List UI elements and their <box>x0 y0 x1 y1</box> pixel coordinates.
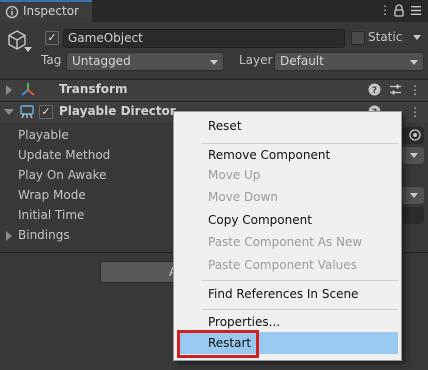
more-vertical-icon[interactable]: ⋮ <box>378 3 392 17</box>
menu-item-paste-values[interactable]: Paste Component Values <box>208 258 357 272</box>
static-dropdown-icon[interactable] <box>413 35 421 40</box>
menu-icon[interactable] <box>410 5 422 16</box>
menu-separator <box>202 280 398 281</box>
menu-separator <box>202 309 398 310</box>
layer-value: Default <box>280 54 324 68</box>
more-vertical-icon[interactable]: ⋮ <box>408 83 422 97</box>
menu-item-paste-as-new[interactable]: Paste Component As New <box>208 235 362 249</box>
menu-item-remove-component[interactable]: Remove Component <box>208 148 330 162</box>
menu-item-copy-component[interactable]: Copy Component <box>208 213 312 227</box>
tab-inspector[interactable]: Inspector <box>0 0 92 22</box>
help-icon[interactable]: ? <box>368 83 381 96</box>
menu-item-reset[interactable]: Reset <box>208 119 242 133</box>
chevron-down-icon <box>410 193 418 198</box>
menu-item-properties[interactable]: Properties... <box>208 315 280 329</box>
object-picker-icon[interactable] <box>408 128 422 142</box>
tag-value: Untagged <box>72 54 131 68</box>
foldout-expanded-icon[interactable] <box>4 109 14 115</box>
svg-text:?: ? <box>372 86 377 96</box>
chevron-down-icon <box>210 60 218 65</box>
tag-dropdown[interactable]: Untagged <box>66 52 224 71</box>
bindings-label[interactable]: Bindings <box>18 228 70 242</box>
chevron-down-icon <box>410 60 418 65</box>
play-on-awake-label: Play On Awake <box>18 168 107 182</box>
menu-item-find-references[interactable]: Find References In Scene <box>208 287 358 301</box>
chevron-down-icon <box>410 153 418 158</box>
restart-annotation-box <box>177 330 259 358</box>
initial-time-input[interactable] <box>402 207 424 224</box>
transform-title: Transform <box>59 82 128 96</box>
foldout-collapsed-icon[interactable] <box>6 85 12 95</box>
tag-label: Tag <box>41 53 62 67</box>
info-icon <box>5 5 19 19</box>
update-method-dropdown[interactable] <box>402 147 424 164</box>
menu-separator <box>202 143 398 144</box>
gameobject-name-input[interactable]: GameObject <box>63 29 345 48</box>
wrap-mode-dropdown[interactable] <box>402 187 424 204</box>
context-menu: Reset Remove Component Move Up Move Down… <box>173 111 402 361</box>
playable-label: Playable <box>18 128 69 142</box>
initial-time-label: Initial Time <box>18 208 85 222</box>
update-method-label: Update Method <box>18 148 111 162</box>
menu-item-move-down[interactable]: Move Down <box>208 190 278 204</box>
playable-director-title: Playable Director <box>59 104 176 118</box>
static-label: Static <box>368 30 403 44</box>
preset-sliders-icon[interactable] <box>389 83 402 96</box>
icon-dropdown-icon[interactable] <box>24 47 32 52</box>
active-checkbox[interactable]: ✓ <box>45 31 59 45</box>
layer-dropdown[interactable]: Default <box>274 52 424 71</box>
tab-inspector-label: Inspector <box>23 4 79 18</box>
bindings-foldout-icon[interactable] <box>6 231 12 241</box>
lock-icon[interactable] <box>393 4 405 17</box>
more-vertical-icon[interactable]: ⋮ <box>408 105 422 119</box>
transform-icon <box>21 83 35 96</box>
wrap-mode-label: Wrap Mode <box>18 188 86 202</box>
layer-label: Layer <box>239 53 273 67</box>
menu-item-move-up[interactable]: Move Up <box>208 168 260 182</box>
playable-director-icon <box>20 105 34 119</box>
director-enabled-checkbox[interactable]: ✓ <box>39 105 53 119</box>
static-checkbox[interactable] <box>351 31 365 45</box>
